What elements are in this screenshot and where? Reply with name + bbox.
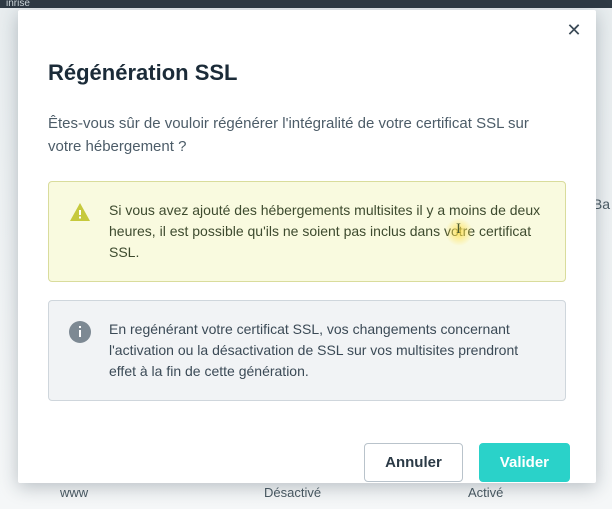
info-icon bbox=[67, 319, 93, 345]
modal-footer: Annuler Valider bbox=[18, 429, 596, 506]
info-text: En regénérant votre certificat SSL, vos … bbox=[109, 321, 518, 379]
warning-alert: Si vous avez ajouté des hébergements mul… bbox=[48, 181, 566, 282]
close-icon: ✕ bbox=[566, 21, 581, 39]
info-alert: En regénérant votre certificat SSL, vos … bbox=[48, 300, 566, 401]
warning-icon bbox=[67, 200, 93, 226]
ssl-regenerate-modal: ✕ Régénération SSL Êtes-vous sûr de voul… bbox=[18, 10, 596, 483]
modal-title: Régénération SSL bbox=[48, 60, 566, 86]
close-button[interactable]: ✕ bbox=[562, 18, 586, 42]
confirm-button[interactable]: Valider bbox=[479, 443, 570, 482]
modal-body: Régénération SSL Êtes-vous sûr de vouloi… bbox=[18, 10, 596, 429]
warning-text: Si vous avez ajouté des hébergements mul… bbox=[109, 202, 540, 260]
cancel-button[interactable]: Annuler bbox=[364, 443, 463, 482]
topbar-fragment: inrise bbox=[0, 0, 612, 8]
modal-lead: Êtes-vous sûr de vouloir régénérer l'int… bbox=[48, 112, 566, 159]
